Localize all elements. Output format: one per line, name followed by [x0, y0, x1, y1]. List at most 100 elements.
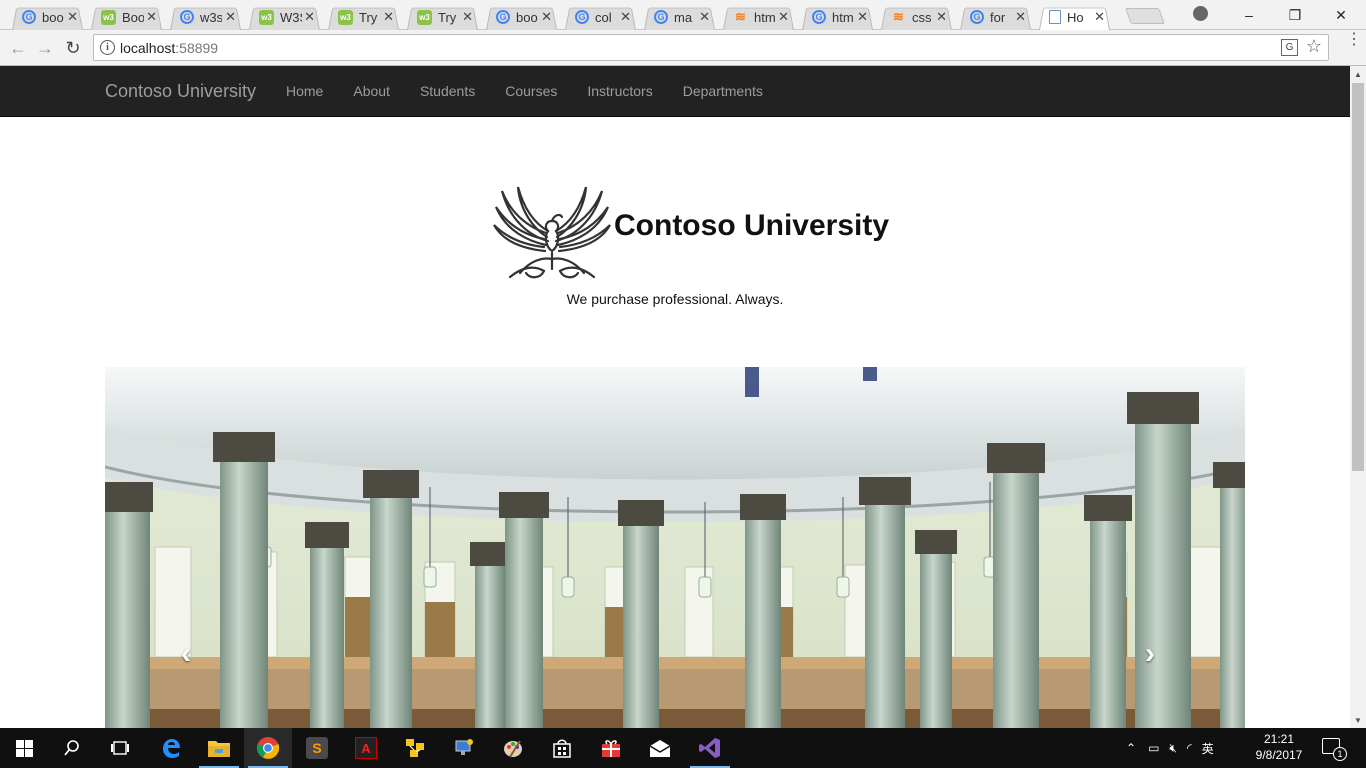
clock-date: 9/8/2017	[1255, 748, 1303, 762]
browser-menu-icon[interactable]: ⋮	[1346, 32, 1362, 48]
nav-links: Home About Students Courses Instructors Depar…	[271, 66, 778, 116]
w3schools-icon: w3	[259, 9, 274, 25]
gift-icon[interactable]	[587, 728, 635, 768]
browser-tab[interactable]: w3 W3S✕	[245, 4, 324, 30]
url-text[interactable]: localhost:58899	[120, 40, 218, 56]
sublime-text-icon[interactable]: S	[293, 728, 341, 768]
carousel-prev-icon[interactable]: ‹	[181, 637, 191, 671]
close-icon[interactable]: ✕	[541, 9, 552, 25]
volume-muted-icon[interactable]: 🔇︎	[1169, 741, 1177, 756]
close-icon[interactable]: ✕	[1094, 9, 1105, 25]
nav-link-about[interactable]: About	[338, 66, 405, 116]
scroll-thumb[interactable]	[1352, 83, 1364, 471]
library-rotunda-image	[105, 367, 1245, 728]
close-icon[interactable]: ✕	[1015, 9, 1026, 25]
forward-arrow-icon[interactable]: →	[33, 36, 57, 60]
battery-icon[interactable]: ▭	[1148, 741, 1159, 755]
scroll-down-arrow-icon[interactable]: ▼	[1350, 712, 1366, 728]
browser-tab[interactable]: w3 Try ✕	[324, 4, 403, 30]
close-icon[interactable]: ✕	[699, 9, 710, 25]
new-tab-button[interactable]	[1125, 8, 1165, 24]
file-explorer-icon[interactable]	[195, 728, 243, 768]
w3schools-icon: w3	[338, 9, 353, 25]
tab-title: htm	[832, 9, 854, 25]
image-carousel[interactable]: ‹ ›	[105, 367, 1245, 728]
mail-icon[interactable]	[636, 728, 684, 768]
close-icon[interactable]: ✕	[620, 9, 631, 25]
google-icon: G	[180, 10, 194, 24]
nav-link-courses[interactable]: Courses	[490, 66, 572, 116]
network-tool-icon[interactable]	[391, 728, 439, 768]
chevron-up-icon[interactable]: ⌃	[1126, 741, 1136, 755]
google-icon: G	[575, 10, 589, 24]
tab-title: Ho	[1067, 9, 1084, 25]
browser-tab[interactable]: Gboo ✕	[8, 4, 87, 30]
remote-desktop-icon[interactable]	[440, 728, 488, 768]
nav-link-instructors[interactable]: Instructors	[572, 66, 667, 116]
close-icon[interactable]: ✕	[857, 9, 868, 25]
minimize-button[interactable]: –	[1226, 0, 1272, 30]
close-icon[interactable]: ✕	[304, 9, 315, 25]
close-window-button[interactable]: ✕	[1318, 0, 1364, 30]
windows-taskbar: S A ⌃ ▭ 🔇︎ ◜ 英 21:21 9/8/2017 1	[0, 728, 1366, 768]
bookmark-star-icon[interactable]: ☆	[1306, 36, 1322, 57]
nav-link-students[interactable]: Students	[405, 66, 490, 116]
tab-title: Try	[438, 9, 457, 25]
profile-icon[interactable]	[1193, 6, 1208, 21]
info-icon[interactable]: i	[100, 40, 115, 55]
nav-link-departments[interactable]: Departments	[668, 66, 778, 116]
browser-tab[interactable]: ≋ htm ✕	[719, 4, 798, 30]
page-scrollbar[interactable]: ▲ ▼	[1350, 66, 1366, 728]
system-clock[interactable]: 21:21 9/8/2017	[1247, 731, 1311, 763]
paint-icon[interactable]	[489, 728, 537, 768]
site-slogan: We purchase professional. Always.	[566, 291, 784, 307]
ime-indicator[interactable]: 英	[1202, 740, 1214, 757]
search-icon[interactable]	[48, 728, 96, 768]
browser-tab[interactable]: Ho ✕	[1035, 4, 1114, 30]
visual-studio-icon[interactable]	[686, 728, 734, 768]
navbar-brand[interactable]: Contoso University	[105, 81, 256, 102]
tab-title: for	[990, 9, 1006, 25]
tab-title: Boo	[122, 9, 144, 25]
tab-title: boo	[42, 9, 64, 25]
close-icon[interactable]: ✕	[146, 9, 157, 25]
browser-toolbar: ← → ↻ i localhost:58899 G ☆ ⋮	[0, 30, 1366, 66]
restore-button[interactable]: ❐	[1272, 0, 1318, 30]
browser-tab[interactable]: Gw3s ✕	[166, 4, 245, 30]
browser-tab[interactable]: Gboo ✕	[482, 4, 561, 30]
page-viewport: Contoso University Home About Students Cour…	[0, 66, 1350, 728]
store-icon[interactable]	[538, 728, 586, 768]
acrobat-icon[interactable]: A	[342, 728, 390, 768]
reload-icon[interactable]: ↻	[61, 36, 85, 60]
system-tray: ⌃ ▭ 🔇︎ ◜ 英	[1126, 728, 1214, 768]
edge-icon[interactable]	[147, 728, 195, 768]
browser-tab[interactable]: Gma ✕	[640, 4, 719, 30]
carousel-next-icon[interactable]: ›	[1145, 637, 1155, 671]
stackoverflow-icon: ≋	[893, 9, 904, 24]
wifi-icon[interactable]: ◜	[1187, 741, 1192, 755]
browser-tab[interactable]: w3 Boo ✕	[87, 4, 166, 30]
close-icon[interactable]: ✕	[67, 9, 78, 25]
browser-tab[interactable]: w3 Try ✕	[403, 4, 482, 30]
google-icon: G	[654, 10, 668, 24]
tab-title: css	[912, 9, 932, 25]
browser-tab[interactable]: Ghtm ✕	[798, 4, 877, 30]
browser-tab[interactable]: Gfor ✕	[956, 4, 1035, 30]
close-icon[interactable]: ✕	[383, 9, 394, 25]
back-arrow-icon[interactable]: ←	[6, 36, 30, 60]
scroll-up-arrow-icon[interactable]: ▲	[1350, 66, 1366, 82]
close-icon[interactable]: ✕	[462, 9, 473, 25]
browser-tab[interactable]: Gcol ✕	[561, 4, 640, 30]
translate-icon[interactable]: G	[1281, 39, 1298, 56]
start-button[interactable]	[0, 728, 48, 768]
w3schools-icon: w3	[417, 9, 432, 25]
address-bar[interactable]: i localhost:58899 G ☆	[93, 34, 1329, 61]
close-icon[interactable]: ✕	[225, 9, 236, 25]
nav-link-home[interactable]: Home	[271, 66, 338, 116]
browser-tab[interactable]: ≋ css ✕	[877, 4, 956, 30]
close-icon[interactable]: ✕	[936, 9, 947, 25]
close-icon[interactable]: ✕	[778, 9, 789, 25]
google-icon: G	[970, 10, 984, 24]
chrome-icon[interactable]	[244, 728, 292, 768]
task-view-icon[interactable]	[96, 728, 144, 768]
